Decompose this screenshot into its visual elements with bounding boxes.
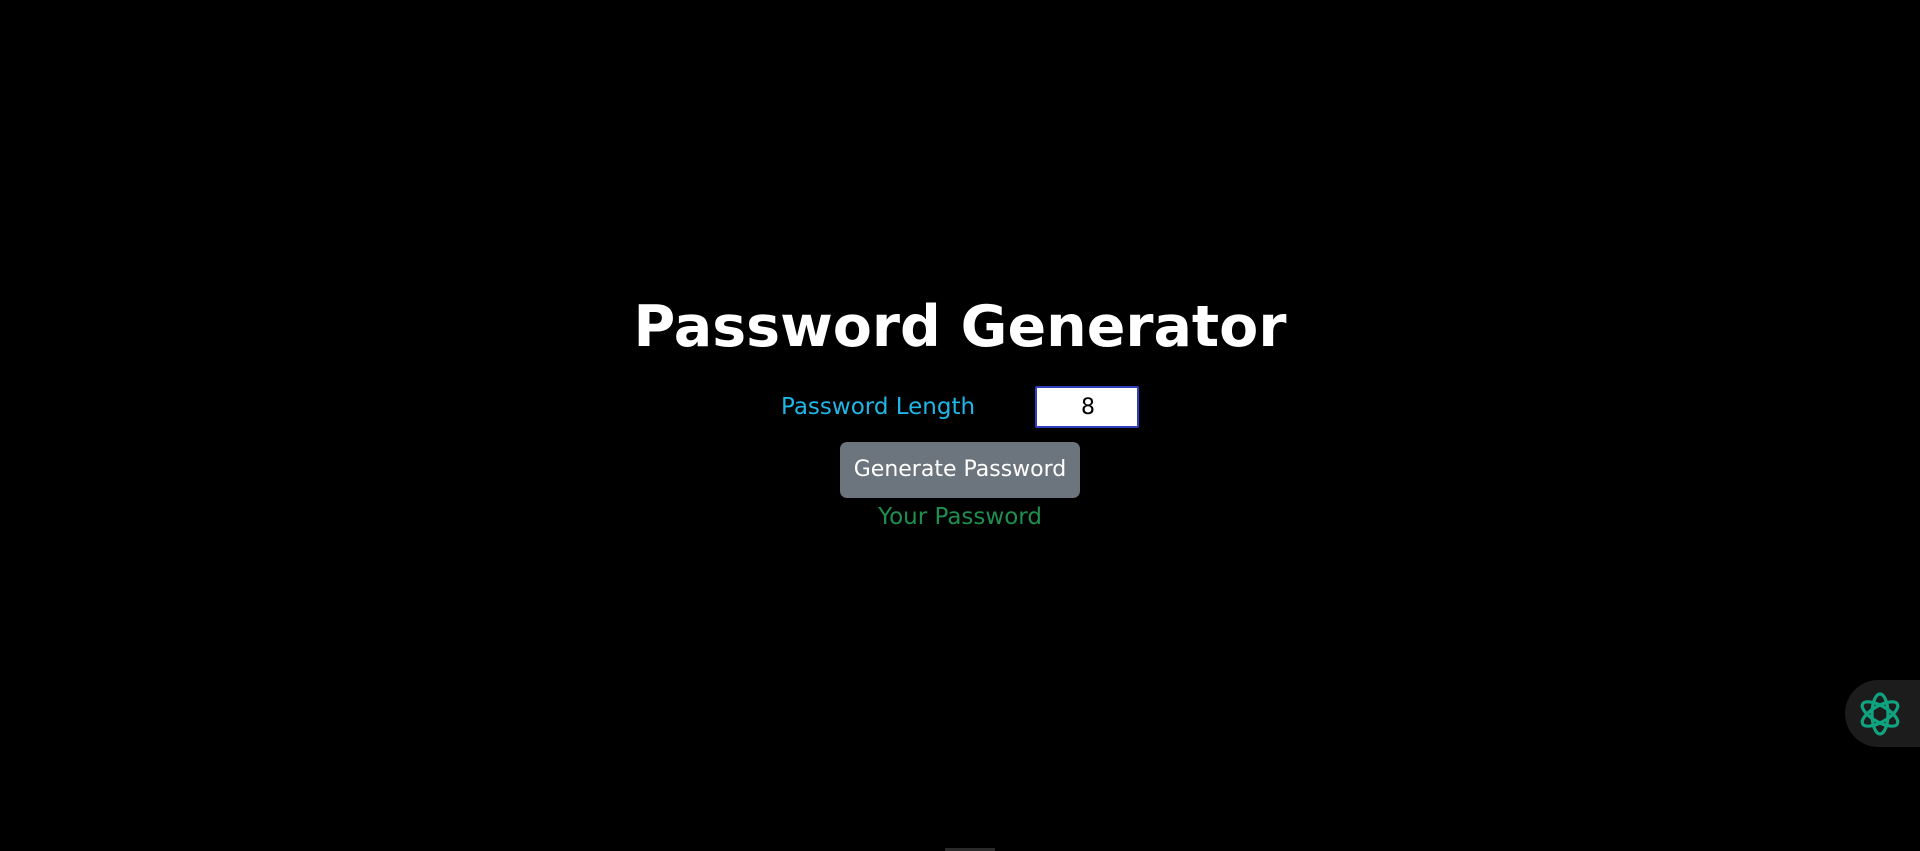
- page: Password Generator Password Length Gener…: [0, 0, 1920, 851]
- page-title: Password Generator: [633, 294, 1287, 360]
- assistant-knot-icon: [1855, 689, 1905, 739]
- generate-password-button[interactable]: Generate Password: [840, 442, 1080, 498]
- password-output: Your Password: [878, 504, 1042, 530]
- password-length-input[interactable]: [1035, 386, 1139, 428]
- assistant-widget-button[interactable]: [1845, 680, 1920, 747]
- password-length-label: Password Length: [781, 394, 976, 420]
